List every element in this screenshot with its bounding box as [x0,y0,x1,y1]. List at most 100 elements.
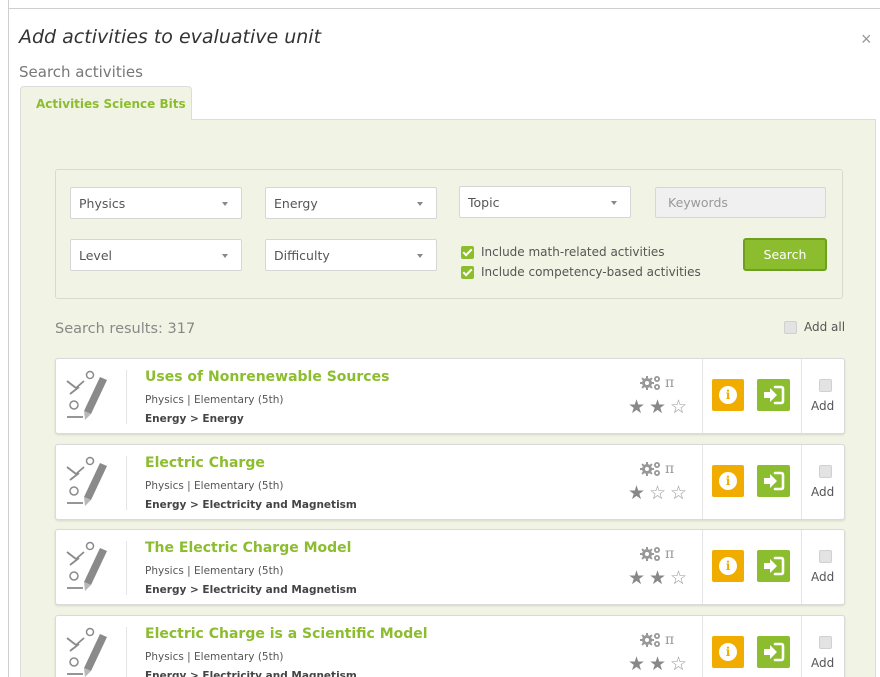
add-activity-checkbox[interactable] [819,636,832,649]
search-results-count: Search results: 317 [55,321,196,337]
add-activity-label: Add [811,656,835,670]
card-divider [801,359,802,433]
activity-card: Electric Charge Physics | Elementary (5t… [55,444,845,520]
activity-tools: π [640,545,674,563]
info-icon: i [719,386,737,404]
card-divider [702,445,703,519]
level-select[interactable]: Level [70,239,242,271]
topic-select[interactable]: Topic [459,186,631,218]
card-divider [126,456,127,510]
activity-path: Energy > Electricity and Magnetism [145,499,357,511]
dialog-title: Add activities to evaluative unit [19,26,322,48]
activity-title[interactable]: Electric Charge [145,455,265,471]
card-divider [702,530,703,604]
card-divider [126,627,127,677]
add-activity-checkbox[interactable] [819,550,832,563]
add-activity-label: Add [811,570,835,584]
level-select-value: Level [79,248,112,263]
open-activity-button[interactable] [757,465,790,497]
info-icon: i [719,557,737,575]
star-filled-icon: ★ [648,568,667,589]
activity-pencil-icon [66,627,107,677]
gears-icon [640,376,660,390]
info-button[interactable]: i [712,636,744,668]
info-button[interactable]: i [712,550,744,582]
subject-select-value: Physics [79,196,126,211]
math-pi-icon: π [665,375,675,391]
unit-select-value: Energy [274,196,318,211]
tab-activities-science-bits[interactable]: Activities Science Bits [20,86,192,120]
include-math-checkbox[interactable] [461,245,474,259]
gears-icon [640,462,660,476]
star-filled-icon: ★ [627,568,646,589]
difficulty-select-value: Difficulty [274,248,330,263]
star-filled-icon: ★ [627,483,646,504]
gears-icon [640,633,660,647]
dialog-border [8,8,880,9]
add-activity-checkbox[interactable] [819,379,832,392]
activity-meta: Physics | Elementary (5th) [145,394,284,406]
include-competency-option[interactable]: Include competency-based activities [461,264,701,280]
add-all-label: Add all [804,320,846,334]
activity-tools: π [640,374,674,392]
activity-meta: Physics | Elementary (5th) [145,651,284,663]
unit-select[interactable]: Energy [265,187,437,219]
open-activity-button[interactable] [757,636,790,668]
search-activities-label: Search activities [19,63,143,81]
include-competency-label: Include competency-based activities [481,265,701,279]
activity-tools: π [640,631,674,649]
include-math-label: Include math-related activities [481,245,665,259]
star-empty-icon: ☆ [669,397,688,418]
info-button[interactable]: i [712,465,744,497]
activity-title[interactable]: Uses of Nonrenewable Sources [145,369,389,385]
activity-path: Energy > Energy [145,413,244,425]
math-pi-icon: π [665,632,675,648]
star-empty-icon: ☆ [648,483,667,504]
card-divider [801,445,802,519]
card-divider [126,370,127,424]
star-filled-icon: ★ [648,397,667,418]
activity-tools: π [640,460,674,478]
difficulty-select[interactable]: Difficulty [265,239,437,271]
keywords-input[interactable] [655,187,826,218]
info-icon: i [719,643,737,661]
math-pi-icon: π [665,546,675,562]
search-button[interactable]: Search [743,238,827,271]
difficulty-rating: ★ ★ ☆ [626,655,689,675]
close-icon[interactable]: × [861,30,872,48]
add-activity-label: Add [811,399,835,413]
difficulty-rating: ★ ★ ☆ [626,569,689,589]
add-all-checkbox[interactable] [784,320,797,334]
chevron-down-icon [611,201,617,205]
activity-path: Energy > Electricity and Magnetism [145,670,357,677]
card-divider [702,359,703,433]
activity-pencil-icon [66,370,107,420]
dialog-border [8,0,9,677]
open-activity-button[interactable] [757,379,790,411]
include-math-option[interactable]: Include math-related activities [461,244,665,260]
info-button[interactable]: i [712,379,744,411]
star-filled-icon: ★ [627,397,646,418]
math-pi-icon: π [665,461,675,477]
difficulty-rating: ★ ☆ ☆ [626,484,689,504]
activity-card: The Electric Charge Model Physics | Elem… [55,529,845,605]
subject-select[interactable]: Physics [70,187,242,219]
star-filled-icon: ★ [627,654,646,675]
difficulty-rating: ★ ★ ☆ [626,398,689,418]
add-activity-checkbox[interactable] [819,465,832,478]
chevron-down-icon [417,202,423,206]
add-all-option[interactable]: Add all [784,320,845,334]
enter-arrow-icon [764,642,785,662]
topic-select-value: Topic [468,195,500,210]
enter-arrow-icon [764,471,785,491]
tab-label: Activities Science Bits [36,97,186,111]
include-competency-checkbox[interactable] [461,265,474,279]
chevron-down-icon [417,254,423,258]
card-divider [126,541,127,595]
open-activity-button[interactable] [757,550,790,582]
activity-title[interactable]: The Electric Charge Model [145,540,351,556]
add-activity-label: Add [811,485,835,499]
activity-title[interactable]: Electric Charge is a Scientific Model [145,626,428,642]
info-icon: i [719,472,737,490]
enter-arrow-icon [764,556,785,576]
